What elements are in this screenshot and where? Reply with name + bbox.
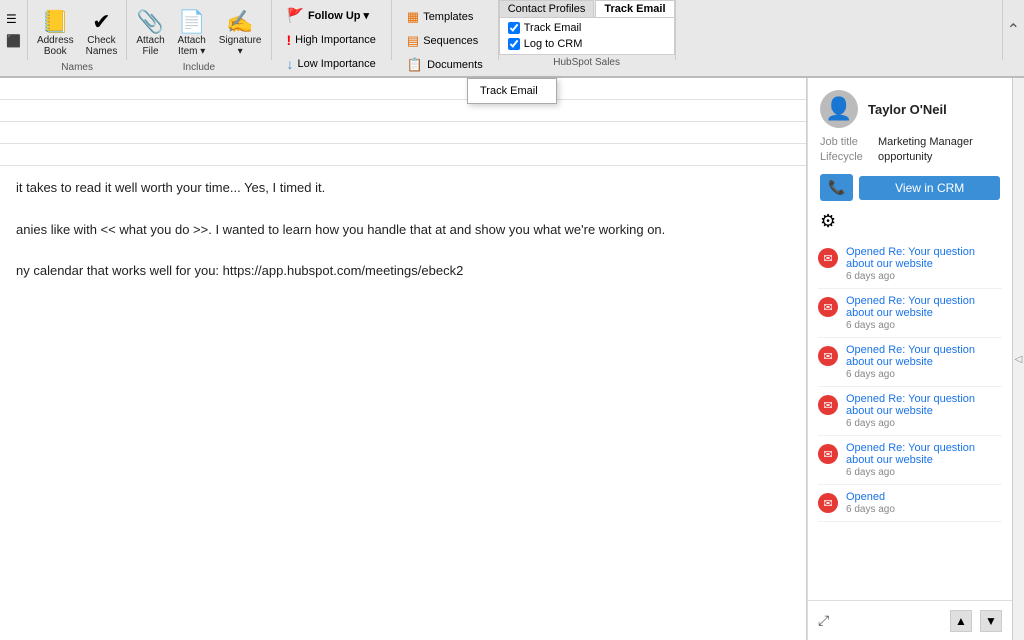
expand-icon[interactable]: ⤢ (818, 612, 829, 629)
email-activity-icon-0: ✉ (818, 248, 838, 268)
names-group-label: Names (32, 60, 122, 75)
body-line-1: it takes to read it well worth your time… (16, 178, 790, 199)
high-importance-button[interactable]: ! High Importance (280, 29, 383, 51)
scroll-down-arrow[interactable]: ▼ (980, 610, 1002, 632)
activity-time-1: 6 days ago (846, 320, 1002, 331)
documents-button[interactable]: 📋 Documents (400, 54, 490, 76)
email-activity-icon-2: ✉ (818, 346, 838, 366)
phone-icon-btn[interactable]: 📞 (820, 174, 853, 201)
activity-item-2: ✉ Opened Re: Your question about our web… (818, 338, 1002, 387)
body-line-3: ny calendar that works well for you: htt… (16, 261, 790, 282)
sequences-button[interactable]: ▤ Sequences (400, 30, 490, 52)
activity-title-5[interactable]: Opened (846, 491, 895, 503)
activity-time-0: 6 days ago (846, 271, 1002, 282)
view-in-crm-button[interactable]: View in CRM (859, 176, 1000, 200)
attach-file-button[interactable]: 📎 AttachFile (131, 8, 169, 60)
activity-item-1: ✉ Opened Re: Your question about our web… (818, 289, 1002, 338)
cc-field[interactable] (0, 100, 806, 122)
activity-list: ✉ Opened Re: Your question about our web… (808, 240, 1012, 600)
contact-profiles-tab[interactable]: Contact Profiles (499, 0, 595, 17)
lifecycle-value: opportunity (878, 151, 932, 163)
follow-up-button[interactable]: 🚩 Follow Up ▾ (280, 4, 383, 27)
activity-item-4: ✉ Opened Re: Your question about our web… (818, 436, 1002, 485)
contact-header: 👤 Taylor O'Neil (808, 78, 1012, 136)
log-to-crm-checkbox[interactable] (508, 38, 520, 50)
attach-item-button[interactable]: 📄 AttachItem ▾ (172, 8, 212, 60)
job-title-label: Job title (820, 136, 872, 148)
activity-time-4: 6 days ago (846, 467, 1002, 478)
sidebar-footer: ⤢ ▲ ▼ (808, 600, 1012, 640)
signature-button[interactable]: ✍ Signature▾ (214, 8, 267, 60)
email-compose-area: it takes to read it well worth your time… (0, 78, 807, 640)
activity-item-3: ✉ Opened Re: Your question about our web… (818, 387, 1002, 436)
sidebar: 👤 Taylor O'Neil Job title Marketing Mana… (807, 78, 1012, 640)
track-email-checkbox[interactable] (508, 22, 520, 34)
avatar: 👤 (820, 90, 858, 128)
lifecycle-label: Lifecycle (820, 151, 872, 163)
to-field[interactable] (0, 78, 806, 100)
ribbon-expand-button[interactable]: ⌃ (1007, 20, 1020, 40)
email-activity-icon-1: ✉ (818, 297, 838, 317)
check-names-button[interactable]: ✔ CheckNames (81, 8, 123, 60)
activity-title-1[interactable]: Opened Re: Your question about our websi… (846, 295, 1002, 319)
activity-item-5: ✉ Opened 6 days ago (818, 485, 1002, 522)
activity-time-5: 6 days ago (846, 504, 895, 515)
email-activity-icon-4: ✉ (818, 444, 838, 464)
activity-item-0: ✉ Opened Re: Your question about our web… (818, 240, 1002, 289)
activity-title-2[interactable]: Opened Re: Your question about our websi… (846, 344, 1002, 368)
activity-time-3: 6 days ago (846, 418, 1002, 429)
crm-tools-icon[interactable]: ⚙ (820, 211, 836, 232)
crm-btn-row: 📞 View in CRM (808, 174, 1012, 211)
ribbon: ☰ ⬛ 📒 AddressBook ✔ CheckNames Names 📎 (0, 0, 1024, 78)
subject-field[interactable] (0, 122, 806, 144)
high-importance-label: High Importance (295, 34, 376, 46)
track-email-tab[interactable]: Track Email (595, 0, 674, 17)
contact-meta: Job title Marketing Manager Lifecycle op… (808, 136, 1012, 174)
scroll-up-arrow[interactable]: ▲ (950, 610, 972, 632)
main-area: it takes to read it well worth your time… (0, 78, 1024, 640)
track-email-dropdown: Track Email (467, 78, 557, 104)
hubspot-sales-label: HubSpot Sales (499, 55, 675, 70)
small-icon-1[interactable]: ☰ (4, 10, 23, 28)
email-body[interactable]: it takes to read it well worth your time… (0, 166, 806, 640)
address-book-button[interactable]: 📒 AddressBook (32, 8, 79, 60)
activity-title-4[interactable]: Opened Re: Your question about our websi… (846, 442, 1002, 466)
log-to-crm-checkbox-row[interactable]: Log to CRM (508, 38, 666, 50)
low-importance-label: Low Importance (298, 58, 376, 70)
right-edge-handle[interactable]: ◁ (1012, 78, 1024, 640)
activity-title-0[interactable]: Opened Re: Your question about our websi… (846, 246, 1002, 270)
contact-name: Taylor O'Neil (868, 102, 947, 117)
track-email-checkbox-row[interactable]: Track Email (508, 22, 666, 34)
include-group-label: Include (131, 60, 266, 75)
send-time-field[interactable] (0, 144, 806, 166)
activity-time-2: 6 days ago (846, 369, 1002, 380)
email-activity-icon-3: ✉ (818, 395, 838, 415)
job-title-value: Marketing Manager (878, 136, 973, 148)
track-email-dropdown-item[interactable]: Track Email (468, 81, 556, 101)
templates-button[interactable]: ▦ Templates (400, 6, 490, 28)
low-importance-button[interactable]: ↓ Low Importance (280, 53, 383, 75)
activity-title-3[interactable]: Opened Re: Your question about our websi… (846, 393, 1002, 417)
email-activity-icon-5: ✉ (818, 493, 838, 513)
body-line-2: anies like with << what you do >>. I wan… (16, 220, 790, 241)
small-icon-2[interactable]: ⬛ (4, 32, 23, 50)
